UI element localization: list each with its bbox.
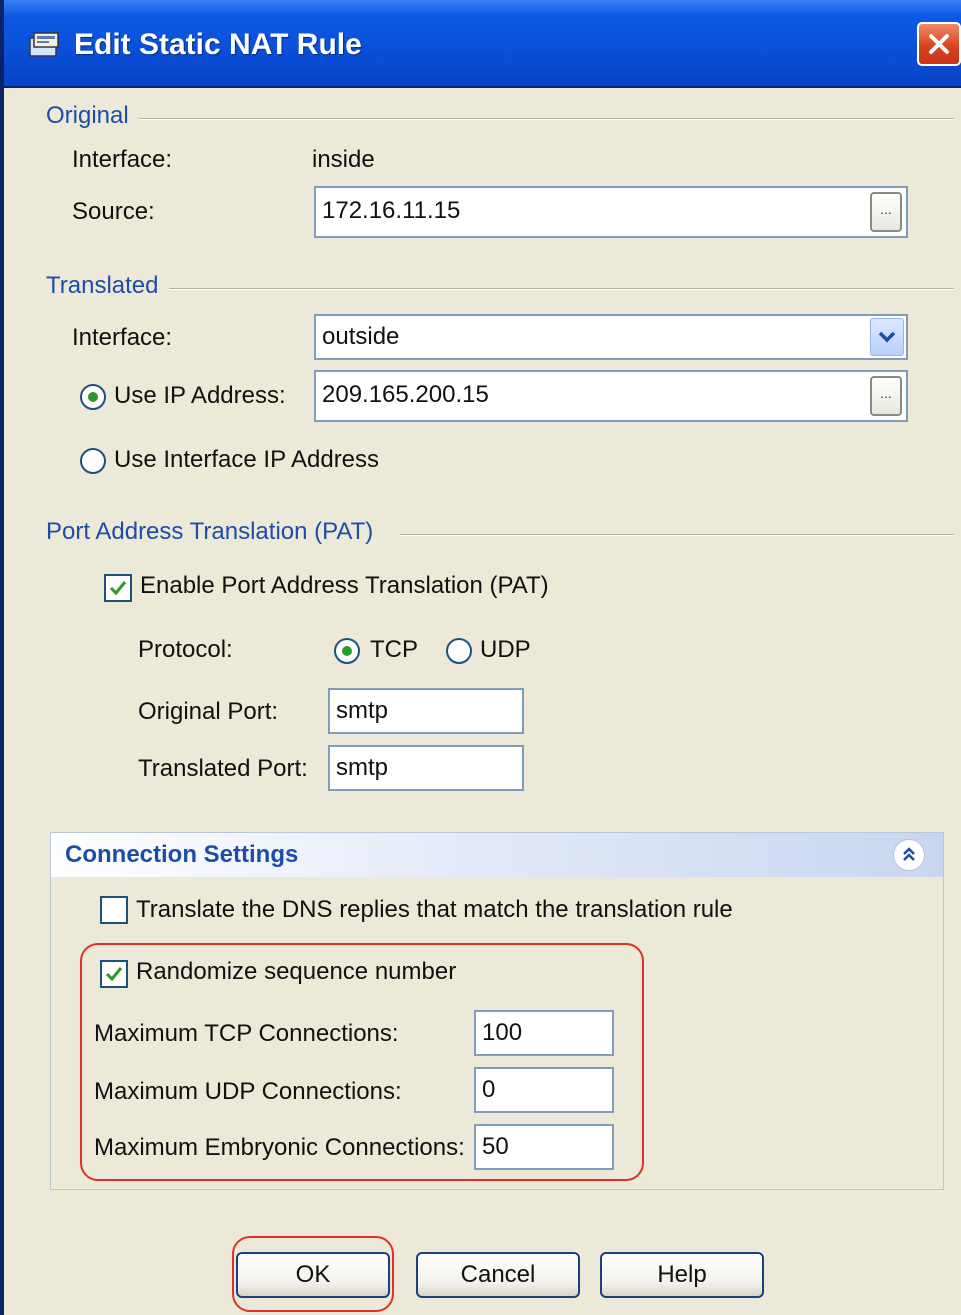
max-embryonic-field[interactable]: 50 bbox=[474, 1124, 614, 1170]
chevron-down-icon bbox=[878, 331, 896, 343]
tcp-radio[interactable] bbox=[334, 638, 360, 664]
use-ip-field[interactable]: 209.165.200.15 bbox=[314, 370, 908, 422]
max-udp-label: Maximum UDP Connections: bbox=[94, 1078, 402, 1105]
max-udp-field[interactable]: 0 bbox=[474, 1067, 614, 1113]
use-interface-ip-radio[interactable] bbox=[80, 448, 106, 474]
enable-pat-checkbox[interactable] bbox=[104, 574, 132, 602]
pat-section-title: Port Address Translation (PAT) bbox=[46, 518, 384, 546]
interface-dropdown-arrow[interactable] bbox=[870, 318, 904, 356]
use-ip-radio[interactable] bbox=[80, 384, 106, 410]
help-button[interactable]: Help bbox=[600, 1252, 764, 1298]
close-button[interactable] bbox=[917, 22, 961, 66]
ip-browse-button[interactable]: ... bbox=[870, 376, 902, 416]
translated-interface-label: Interface: bbox=[72, 324, 173, 351]
use-ip-label: Use IP Address: bbox=[114, 382, 286, 409]
dialog-content: Original Interface: inside Source: 172.1… bbox=[18, 88, 961, 1315]
protocol-label: Protocol: bbox=[138, 636, 233, 663]
source-label: Source: bbox=[72, 198, 155, 225]
dialog-window: Edit Static NAT Rule Original Interface:… bbox=[0, 0, 961, 1315]
enable-pat-label: Enable Port Address Translation (PAT) bbox=[140, 572, 549, 599]
original-port-label: Original Port: bbox=[138, 698, 279, 725]
max-tcp-field[interactable]: 100 bbox=[474, 1010, 614, 1056]
udp-label: UDP bbox=[480, 636, 531, 663]
randomize-sequence-checkbox[interactable] bbox=[100, 960, 128, 988]
original-interface-label: Interface: bbox=[72, 146, 173, 173]
translated-port-field[interactable]: smtp bbox=[328, 745, 524, 791]
collapse-button[interactable] bbox=[893, 839, 925, 871]
translate-dns-checkbox[interactable] bbox=[100, 896, 128, 924]
tcp-label: TCP bbox=[370, 636, 418, 663]
original-separator bbox=[128, 118, 954, 120]
pat-separator bbox=[400, 534, 954, 536]
checkmark-icon bbox=[109, 581, 127, 596]
translated-interface-select[interactable]: outside bbox=[314, 314, 908, 360]
translate-dns-label: Translate the DNS replies that match the… bbox=[136, 896, 733, 923]
original-port-field[interactable]: smtp bbox=[328, 688, 524, 734]
nat-rule-icon bbox=[28, 30, 62, 60]
checkmark-icon bbox=[105, 967, 123, 982]
close-icon bbox=[929, 34, 949, 54]
source-browse-button[interactable]: ... bbox=[870, 192, 902, 232]
translated-separator bbox=[166, 288, 954, 290]
title-bar[interactable]: Edit Static NAT Rule bbox=[4, 0, 961, 88]
max-embryonic-label: Maximum Embryonic Connections: bbox=[94, 1134, 465, 1161]
connection-settings-header[interactable]: Connection Settings bbox=[51, 833, 943, 877]
source-field[interactable]: 172.16.11.15 bbox=[314, 186, 908, 238]
connection-settings-title: Connection Settings bbox=[65, 841, 299, 868]
translated-section-title: Translated bbox=[46, 272, 169, 300]
use-interface-ip-label: Use Interface IP Address bbox=[114, 446, 380, 473]
original-section-title: Original bbox=[46, 102, 139, 130]
translated-port-label: Translated Port: bbox=[138, 755, 308, 782]
original-interface-value: inside bbox=[312, 146, 375, 173]
cancel-button[interactable]: Cancel bbox=[416, 1252, 580, 1298]
udp-radio[interactable] bbox=[446, 638, 472, 664]
window-title: Edit Static NAT Rule bbox=[74, 28, 362, 61]
randomize-sequence-label: Randomize sequence number bbox=[136, 958, 457, 985]
double-chevron-up-icon bbox=[903, 847, 915, 861]
max-tcp-label: Maximum TCP Connections: bbox=[94, 1020, 399, 1047]
ok-button[interactable]: OK bbox=[236, 1252, 390, 1298]
